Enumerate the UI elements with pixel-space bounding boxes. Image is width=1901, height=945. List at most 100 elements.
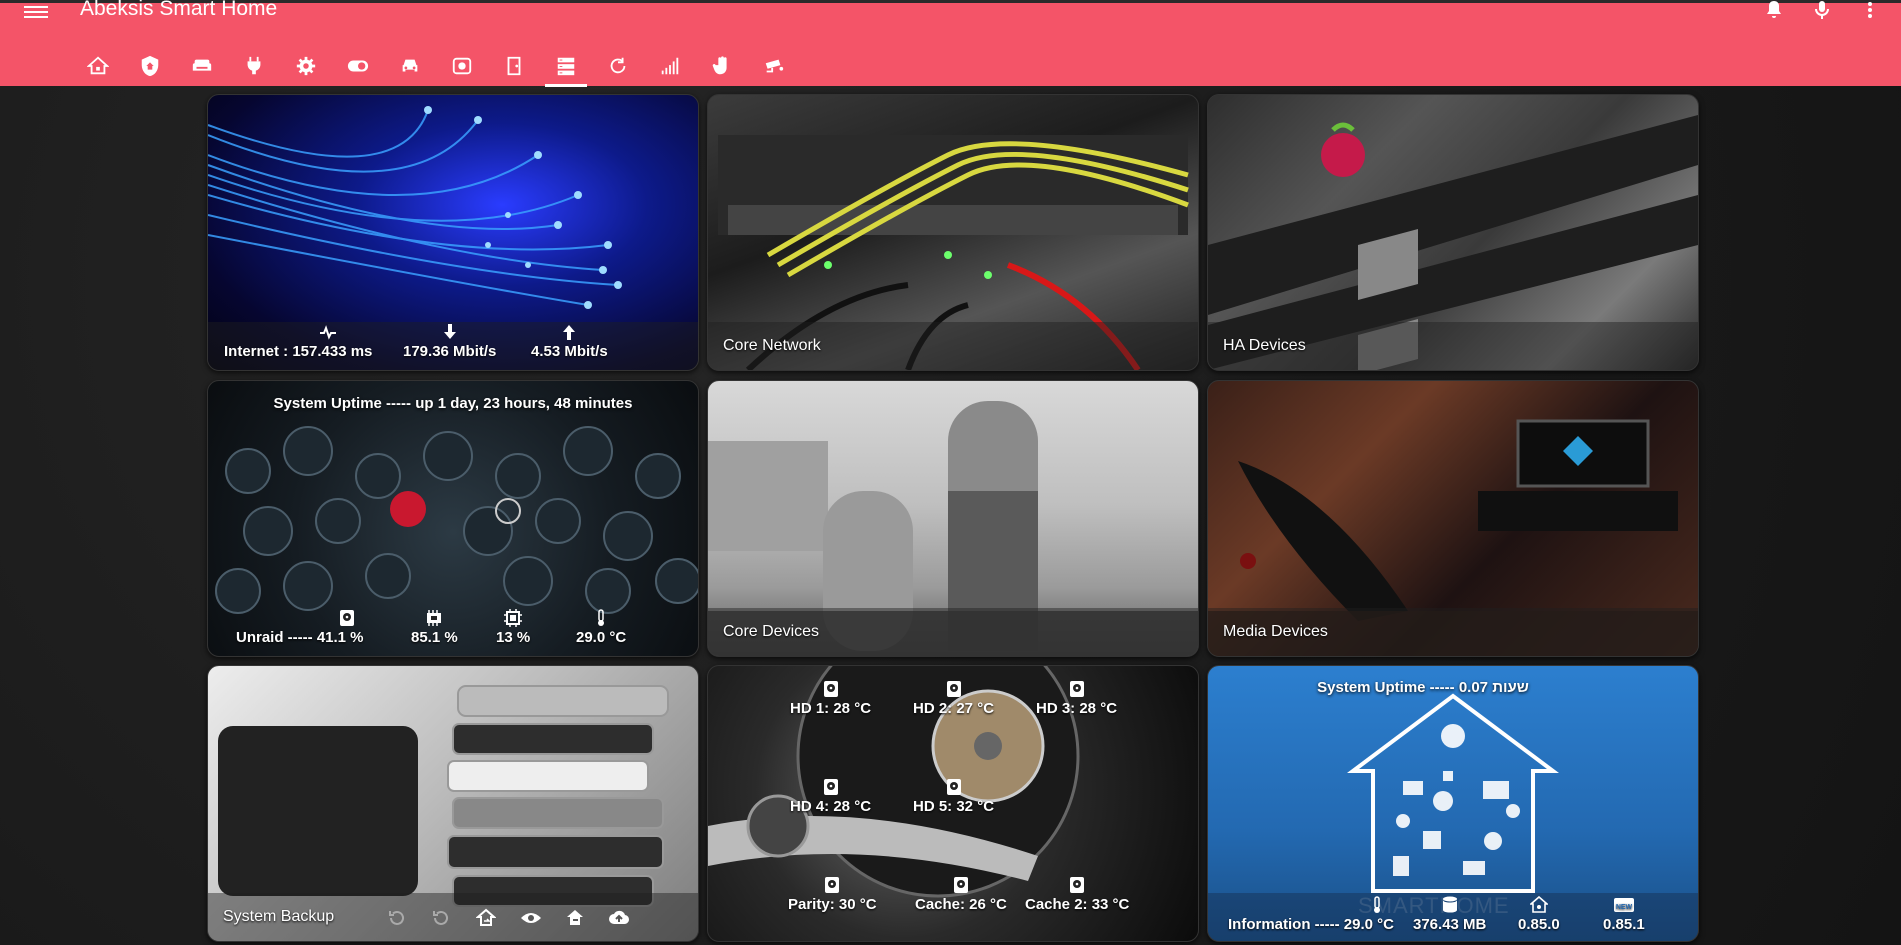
cpu-value: 13 % — [496, 629, 531, 646]
tab-gestures[interactable] — [696, 45, 748, 87]
ram-stat: 85.1 % — [411, 609, 458, 646]
tab-doors[interactable] — [488, 45, 540, 87]
harddisk-icon — [825, 877, 840, 893]
cache2-value: Cache 2: 33 °C — [1025, 896, 1130, 913]
ping-value: Internet : 157.433 ms — [224, 343, 373, 360]
microphone-icon[interactable] — [1811, 1, 1833, 19]
history-icon — [433, 910, 448, 925]
cache-stat: Cache: 26 °C — [915, 876, 1007, 913]
core-devices-card[interactable]: Core Devices — [707, 380, 1199, 657]
tab-switches[interactable] — [332, 45, 384, 87]
uptime-header: System Uptime ----- up 1 day, 23 hours, … — [273, 395, 633, 412]
home-icon — [87, 56, 109, 75]
harddisk-icon — [1069, 681, 1084, 697]
temp-value: 29.0 °C — [576, 629, 627, 646]
information-value: Information ----- 29.0 °C — [1228, 916, 1394, 933]
ha-uptime-header: System Uptime ----- 0.07 שעות — [1317, 679, 1529, 696]
media-devices-caption: Media Devices — [1223, 623, 1328, 640]
disk-temps-card[interactable]: HD 1: 28 °C HD 2: 27 °C HD 3: 28 °C HD 4… — [707, 665, 1199, 942]
cloud-upload-icon — [609, 910, 630, 925]
harddisk-icon — [953, 877, 968, 893]
menu-icon[interactable] — [24, 3, 48, 19]
system-backup-card[interactable]: System Backup — [207, 665, 699, 942]
hd5-value: HD 5: 32 °C — [913, 798, 995, 815]
parity-value: Parity: 30 °C — [788, 896, 877, 913]
more-vert-icon[interactable] — [1859, 1, 1881, 19]
upload-stat: 4.53 Mbit/s — [531, 323, 608, 360]
cache2-stat: Cache 2: 33 °C — [1025, 876, 1129, 913]
home-export-icon — [476, 908, 496, 926]
core-devices-caption: Core Devices — [723, 623, 820, 640]
top-app-bar: Abeksis Smart Home — [0, 0, 1901, 87]
shield-home-icon — [141, 55, 159, 77]
hd3-stat: HD 3: 28 °C — [1036, 680, 1117, 717]
tab-network[interactable] — [644, 45, 696, 87]
thermometer-icon — [598, 609, 605, 626]
harddisk-icon — [946, 681, 961, 697]
bell-icon[interactable] — [1763, 1, 1785, 19]
new-version-value: 0.85.1 — [1603, 916, 1645, 933]
cache-value: Cache: 26 °C — [915, 896, 1007, 913]
tab-surveillance[interactable] — [748, 45, 800, 87]
harddisk-icon — [946, 779, 961, 795]
media-devices-card[interactable]: Media Devices — [1207, 380, 1699, 657]
new-box-icon: NEW — [1613, 898, 1634, 912]
hd4-value: HD 4: 28 °C — [790, 798, 872, 815]
internet-card[interactable]: Internet : 157.433 ms 179.36 Mbit/s 4.53… — [207, 94, 699, 371]
server-icon — [557, 57, 575, 76]
car-icon — [402, 59, 418, 72]
smart-home-house-image — [1347, 693, 1559, 893]
information-card[interactable]: System Uptime ----- 0.07 שעות SMARTHOME … — [1207, 665, 1699, 942]
tab-updates[interactable] — [592, 45, 644, 87]
system-backup-caption: System Backup — [223, 908, 335, 925]
sofa-icon — [192, 59, 212, 71]
core-network-card[interactable]: Core Network — [707, 94, 1199, 371]
ha-devices-caption: HA Devices — [1223, 337, 1306, 354]
unraid-card[interactable]: System Uptime ----- up 1 day, 23 hours, … — [207, 380, 699, 657]
tab-servers[interactable] — [540, 45, 592, 87]
harddisk-icon — [1070, 877, 1085, 893]
arrow-up-icon — [563, 325, 576, 340]
core-network-caption: Core Network — [723, 337, 821, 354]
hd1-stat: HD 1: 28 °C — [790, 680, 871, 717]
hd1-value: HD 1: 28 °C — [790, 700, 872, 717]
harddisk-icon — [823, 779, 838, 795]
tab-car[interactable] — [384, 45, 436, 87]
harddisk-icon — [340, 610, 354, 626]
cctv-icon — [452, 57, 472, 75]
hd2-stat: HD 2: 27 °C — [913, 680, 994, 717]
svg-text:NEW: NEW — [1616, 904, 1633, 911]
cpu-stat: 13 % — [496, 609, 530, 646]
ram-value: 85.1 % — [411, 629, 458, 646]
database-value: 376.43 MB — [1413, 916, 1487, 933]
memory-icon — [427, 610, 442, 626]
parity-stat: Parity: 30 °C — [788, 876, 877, 913]
pulse-icon — [320, 325, 336, 340]
eye-button[interactable] — [520, 907, 542, 929]
ha-devices-card[interactable]: HA Devices — [1207, 94, 1699, 371]
home-import-icon — [567, 910, 583, 925]
tab-settings[interactable] — [280, 45, 332, 87]
tab-cameras[interactable] — [436, 45, 488, 87]
hd3-value: HD 3: 28 °C — [1036, 700, 1118, 717]
eye-icon — [521, 913, 541, 923]
tab-security[interactable] — [124, 45, 176, 87]
home-import-button[interactable] — [564, 907, 586, 929]
cloud-upload-button[interactable] — [608, 907, 630, 929]
ping-stat: Internet : 157.433 ms — [224, 323, 372, 360]
gear-icon — [296, 56, 316, 76]
tab-living-room[interactable] — [176, 45, 228, 87]
download-value: 179.36 Mbit/s — [403, 343, 497, 360]
tab-plugs[interactable] — [228, 45, 280, 87]
version-stat: 0.85.0 — [1518, 896, 1560, 933]
home-export-button[interactable] — [475, 907, 497, 929]
tab-home[interactable] — [72, 45, 124, 87]
thermometer-icon — [1374, 896, 1380, 913]
cpu-icon — [504, 609, 523, 627]
history-button-1[interactable] — [386, 907, 408, 929]
history-button-2[interactable] — [430, 907, 452, 929]
history-icon — [389, 910, 404, 925]
unraid-disk-stat: Unraid ----- 41.1 % — [236, 609, 364, 646]
view-tabs — [72, 45, 800, 87]
hd4-stat: HD 4: 28 °C — [790, 778, 871, 815]
